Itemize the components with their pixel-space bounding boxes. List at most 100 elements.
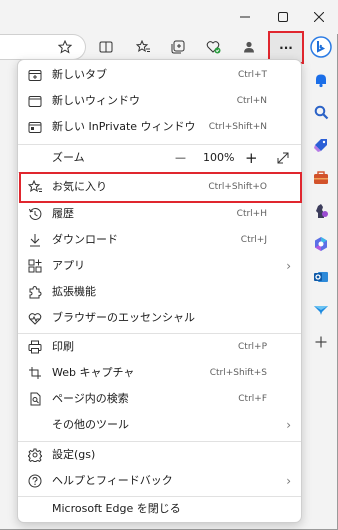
- menu-item-history[interactable]: 履歴 Ctrl+H: [18, 201, 301, 227]
- menu-item-label: 履歴: [52, 207, 74, 220]
- new-tab-icon: [27, 67, 43, 83]
- favorites-button[interactable]: [130, 34, 156, 60]
- menu-item-apps[interactable]: アプリ ›: [18, 253, 301, 279]
- menu-item-shortcut: Ctrl+N: [236, 96, 267, 106]
- maximize-button[interactable]: [264, 0, 302, 34]
- zoom-value: 100%: [203, 151, 235, 164]
- collections-button[interactable]: [165, 34, 191, 60]
- menu-item-new-window[interactable]: 新しいウィンドウ Ctrl+N: [18, 88, 301, 114]
- search-button[interactable]: [309, 100, 333, 124]
- menu-item-extensions[interactable]: 拡張機能: [18, 279, 301, 305]
- print-icon: [27, 339, 43, 355]
- menu-item-label: ページ内の検索: [52, 392, 129, 405]
- find-icon: [27, 391, 43, 407]
- outlook-button[interactable]: [309, 265, 333, 289]
- essentials-icon: [27, 310, 43, 326]
- menu-item-zoom: ズーム — 100% +: [18, 145, 301, 171]
- settings-icon: [27, 447, 43, 463]
- title-bar: [0, 0, 338, 34]
- notifications-button[interactable]: [309, 68, 333, 92]
- menu-item-label: 印刷: [52, 340, 74, 353]
- web-capture-icon: [27, 365, 43, 381]
- menu-item-shortcut: Ctrl+J: [240, 235, 267, 245]
- menu-item-shortcut: Ctrl+F: [238, 394, 267, 404]
- drop-icon: [314, 306, 328, 315]
- zoom-in-button[interactable]: +: [245, 145, 258, 171]
- toolbar: [0, 34, 305, 62]
- menu-item-shortcut: Ctrl+T: [237, 70, 267, 80]
- shopping-tag-icon: [314, 139, 327, 152]
- split-screen-icon: [99, 41, 113, 53]
- menu-item-new-tab[interactable]: 新しいタブ Ctrl+T: [18, 62, 301, 88]
- menu-item-shortcut: Ctrl+Shift+N: [208, 122, 267, 132]
- menu-item-label: Microsoft Edge を閉じる: [52, 502, 181, 515]
- add-sidebar-app-button[interactable]: [309, 330, 333, 354]
- browser-essentials-icon: [206, 41, 220, 54]
- menu-item-shortcut: Ctrl+Shift+S: [209, 368, 267, 378]
- profile-button[interactable]: [236, 34, 262, 60]
- menu-item-downloads[interactable]: ダウンロード Ctrl+J: [18, 227, 301, 253]
- sidebar: [305, 34, 338, 530]
- menu-item-print[interactable]: 印刷 Ctrl+P: [18, 334, 301, 360]
- tools-icon: [314, 171, 328, 184]
- bing-icon: [310, 36, 332, 58]
- menu-item-label: ヘルプとフィードバック: [52, 474, 173, 487]
- menu-item-web-capture[interactable]: Web キャプチャ Ctrl+Shift+S: [18, 360, 301, 386]
- menu-item-label: その他のツール: [52, 418, 129, 431]
- drop-button[interactable]: [309, 298, 333, 322]
- profile-icon: [244, 41, 254, 53]
- minimize-icon: [240, 16, 250, 18]
- zoom-out-button[interactable]: —: [175, 145, 186, 171]
- bing-button[interactable]: [309, 35, 333, 59]
- apps-icon: [27, 258, 43, 274]
- history-icon: [27, 206, 43, 222]
- split-screen-button[interactable]: [93, 34, 119, 60]
- add-favorite-button[interactable]: [52, 34, 78, 60]
- favorites-icon: [27, 179, 43, 195]
- copilot-icon: [315, 237, 327, 251]
- collections-icon: [171, 40, 185, 54]
- menu-item-label: アプリ: [52, 259, 85, 272]
- new-window-icon: [27, 93, 43, 109]
- menu-item-find-on-page[interactable]: ページ内の検索 Ctrl+F: [18, 386, 301, 412]
- more-icon: ···: [279, 40, 293, 55]
- download-icon: [27, 232, 43, 248]
- menu-item-label: ダウンロード: [52, 233, 118, 246]
- menu-item-browser-essentials[interactable]: ブラウザーのエッセンシャル: [18, 305, 301, 331]
- star-outline-icon: [58, 40, 72, 54]
- menu-item-label: お気に入り: [52, 180, 107, 193]
- minimize-button[interactable]: [226, 0, 264, 34]
- extensions-icon: [27, 284, 43, 300]
- menu-item-label: 新しい InPrivate ウィンドウ: [52, 120, 196, 133]
- menu-item-help-and-feedback[interactable]: ヘルプとフィードバック ›: [18, 468, 301, 494]
- browser-essentials-button[interactable]: [200, 34, 226, 60]
- chevron-right-icon: ›: [286, 259, 291, 273]
- add-icon: [315, 336, 327, 348]
- notification-icon: [316, 74, 326, 87]
- menu-item-label: 拡張機能: [52, 285, 96, 298]
- menu-item-settings[interactable]: 設定(gs): [18, 442, 301, 468]
- menu-item-shortcut: Ctrl+P: [238, 342, 267, 352]
- menu-item-more-tools[interactable]: その他のツール ›: [18, 412, 301, 438]
- copilot-button[interactable]: [309, 232, 333, 256]
- outlook-icon: [314, 272, 328, 282]
- menu-item-label: Web キャプチャ: [52, 366, 135, 379]
- shopping-button[interactable]: [309, 133, 333, 157]
- menu-item-shortcut: Ctrl+H: [236, 209, 267, 219]
- menu-item-favorites[interactable]: お気に入り Ctrl+Shift+O: [18, 174, 301, 200]
- chevron-right-icon: ›: [286, 474, 291, 488]
- tools-button[interactable]: [309, 166, 333, 190]
- close-button[interactable]: [300, 0, 338, 34]
- menu-item-close-edge[interactable]: Microsoft Edge を閉じる: [18, 496, 301, 522]
- menu-item-label: ブラウザーのエッセンシャル: [52, 311, 195, 324]
- chevron-right-icon: ›: [286, 418, 291, 432]
- maximize-icon: [278, 12, 288, 22]
- fullscreen-button[interactable]: [276, 151, 290, 168]
- fullscreen-icon: [277, 152, 289, 164]
- favorites-icon: [135, 40, 150, 53]
- games-button[interactable]: [309, 199, 333, 223]
- menu-item-label: 新しいウィンドウ: [52, 94, 140, 107]
- search-icon: [314, 105, 328, 119]
- menu-item-new-inprivate-window[interactable]: 新しい InPrivate ウィンドウ Ctrl+Shift+N: [18, 114, 301, 140]
- games-icon: [316, 204, 328, 218]
